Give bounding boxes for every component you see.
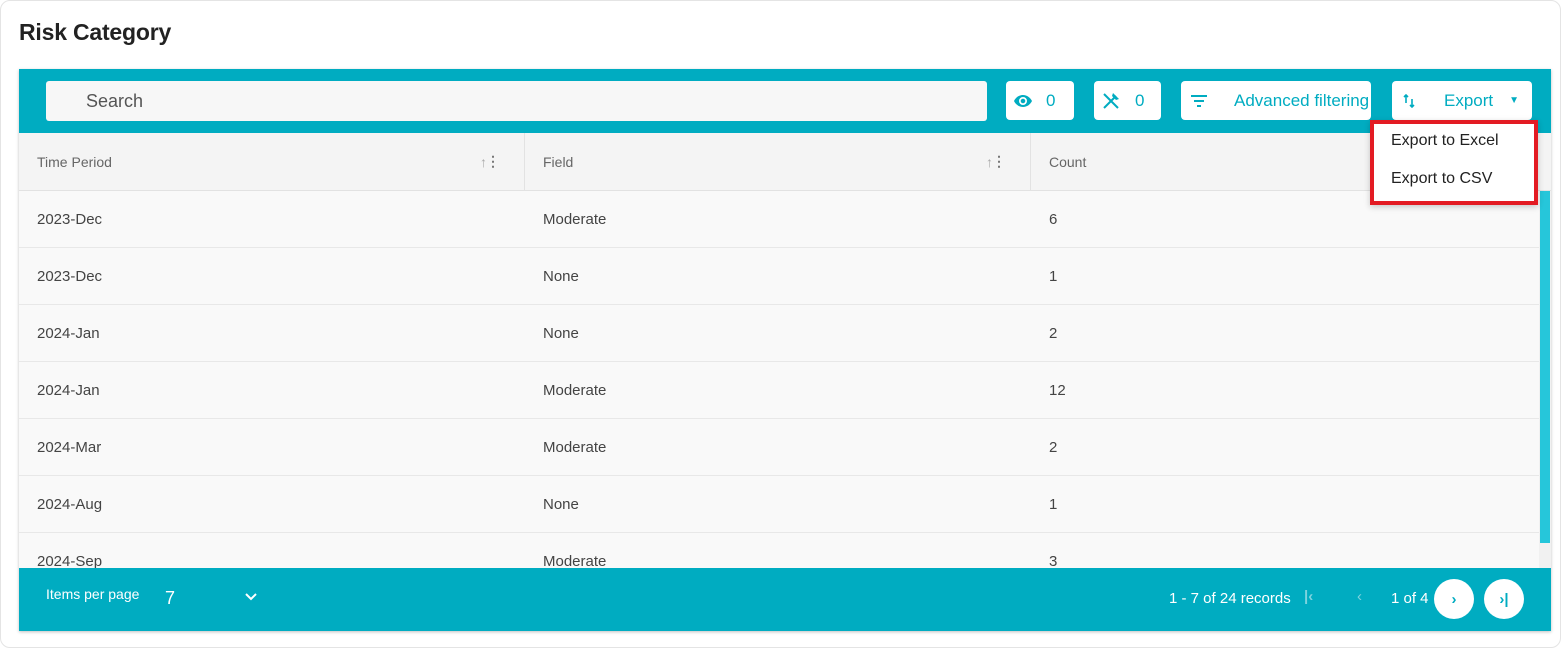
advanced-filtering-label: Advanced filtering (1234, 90, 1370, 110)
scrollbar-thumb[interactable] (1540, 191, 1550, 543)
advanced-filtering-button[interactable]: Advanced filtering (1181, 81, 1371, 120)
cell-field: None (543, 496, 579, 513)
column-header-label: Time Period (37, 153, 112, 170)
pin-off-icon (1102, 92, 1120, 110)
cell-time-period: 2023-Dec (37, 268, 103, 285)
cell-time-period: 2024-Mar (37, 439, 102, 456)
cell-field: None (543, 268, 579, 285)
cell-time-period: 2024-Jan (37, 325, 100, 342)
column-header-label: Field (543, 153, 574, 170)
cell-field: Moderate (543, 382, 607, 399)
chevron-right-icon: › (1451, 590, 1457, 608)
table-body: 2023-Dec Moderate 6 2023-Dec None 1 2024… (19, 191, 1539, 568)
page-info: 1 of 4 (1391, 590, 1429, 607)
cell-count: 2 (1049, 439, 1058, 456)
records-summary: 1 - 7 of 24 records (1169, 590, 1291, 607)
kebab-menu-icon[interactable]: ⋮ (486, 153, 500, 170)
cell-field: None (543, 325, 579, 342)
items-per-page-value: 7 (165, 588, 176, 608)
table-row[interactable]: 2023-Dec None 1 (19, 248, 1539, 305)
sort-arrows-icon (1402, 93, 1416, 108)
cell-field: Moderate (543, 553, 607, 568)
export-to-excel-option[interactable]: Export to Excel (1391, 132, 1499, 150)
eye-icon (1014, 94, 1032, 107)
cell-count: 2 (1049, 325, 1058, 342)
cell-field: Moderate (543, 439, 607, 456)
cell-field: Moderate (543, 211, 607, 228)
column-header-field[interactable]: Field ↑ ⋮ (525, 133, 1031, 190)
export-label: Export (1444, 90, 1494, 110)
column-header-label: Count (1049, 153, 1087, 170)
table-row[interactable]: 2023-Dec Moderate 6 (19, 191, 1539, 248)
export-to-csv-option[interactable]: Export to CSV (1391, 170, 1492, 188)
cell-time-period: 2024-Sep (37, 553, 103, 568)
filter-lines-icon (1191, 94, 1207, 107)
cell-count: 1 (1049, 496, 1058, 513)
cell-count: 12 (1049, 382, 1066, 399)
search-input[interactable] (46, 81, 987, 121)
pinned-columns-button[interactable]: 0 (1094, 81, 1161, 120)
grid-toolbar: 0 0 Advanced filtering Export ▼ (19, 69, 1551, 133)
cell-time-period: 2023-Dec (37, 211, 103, 228)
cell-time-period: 2024-Aug (37, 496, 103, 513)
caret-down-icon: ▼ (1509, 95, 1520, 106)
page-title: Risk Category (19, 19, 172, 45)
visible-columns-button[interactable]: 0 (1006, 81, 1074, 120)
page-card: Risk Category 0 0 Advanced filterin (0, 0, 1561, 648)
chevron-down-icon (245, 588, 257, 604)
previous-page-icon[interactable]: ‹ (1357, 588, 1362, 605)
data-grid: 0 0 Advanced filtering Export ▼ (19, 69, 1551, 631)
cell-time-period: 2024-Jan (37, 382, 100, 399)
kebab-menu-icon[interactable]: ⋮ (992, 153, 1006, 170)
column-header-time-period[interactable]: Time Period ↑ ⋮ (19, 133, 525, 190)
next-page-button[interactable]: › (1434, 579, 1474, 619)
grid-footer: Items per page 7 1 - 7 of 24 records |‹ … (19, 568, 1551, 631)
cell-count: 3 (1049, 553, 1058, 568)
table-row[interactable]: 2024-Jan Moderate 12 (19, 362, 1539, 419)
first-page-icon[interactable]: |‹ (1304, 588, 1313, 605)
table-row[interactable]: 2024-Sep Moderate 3 (19, 533, 1539, 568)
last-page-button[interactable]: ›| (1484, 579, 1524, 619)
table-row[interactable]: 2024-Jan None 2 (19, 305, 1539, 362)
pinned-columns-count: 0 (1135, 90, 1145, 110)
cell-count: 1 (1049, 268, 1058, 285)
items-per-page-label: Items per page (46, 586, 140, 602)
export-button[interactable]: Export ▼ (1392, 81, 1532, 120)
vertical-scrollbar[interactable] (1539, 191, 1551, 568)
items-per-page-select[interactable]: 7 (165, 588, 265, 612)
visible-columns-count: 0 (1046, 90, 1056, 110)
export-dropdown-menu: Export to Excel Export to CSV (1370, 120, 1538, 205)
table-header: Time Period ↑ ⋮ Field ↑ ⋮ Count (19, 133, 1551, 191)
table-row[interactable]: 2024-Aug None 1 (19, 476, 1539, 533)
table-row[interactable]: 2024-Mar Moderate 2 (19, 419, 1539, 476)
last-page-icon: ›| (1499, 590, 1509, 608)
